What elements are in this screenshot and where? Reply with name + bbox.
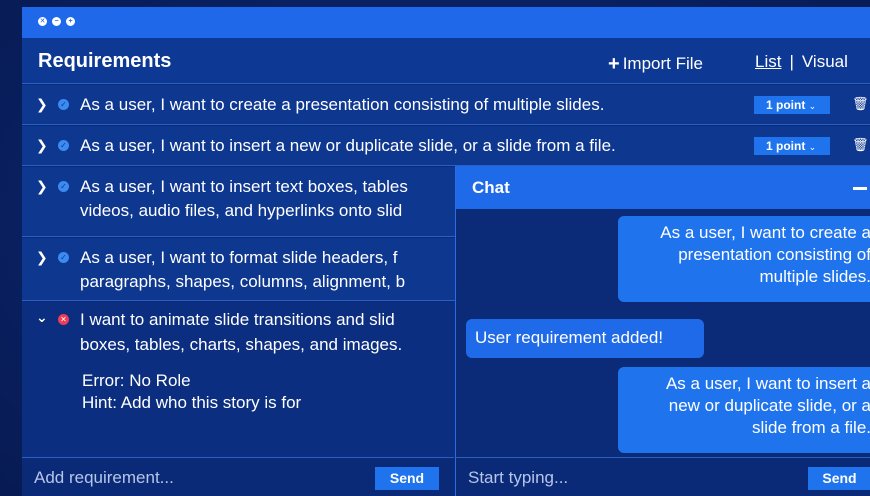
points-dropdown[interactable]: 1 point ⌄ bbox=[754, 96, 830, 114]
error-text: Error: No Role bbox=[82, 371, 191, 390]
add-requirement-input[interactable]: Add requirement... bbox=[34, 468, 174, 488]
chevron-down-icon: ⌄ bbox=[808, 101, 817, 111]
chat-message-user: As a user, I want to insert a new or dup… bbox=[618, 367, 870, 453]
requirement-text-line1: As a user, I want to format slide header… bbox=[80, 248, 398, 267]
requirements-window: ✕ − + Requirements + Import File List | Vis… bbox=[22, 7, 870, 496]
check-circle-icon: ✓ bbox=[58, 99, 69, 110]
chat-panel: Chat As a user, I want to create a prese… bbox=[455, 166, 870, 496]
trash-icon[interactable]: 🗑 bbox=[852, 96, 869, 112]
points-dropdown[interactable]: 1 point ⌄ bbox=[754, 137, 830, 155]
message-line: User requirement added! bbox=[475, 328, 664, 347]
requirement-text-line2: videos, audio files, and hyperlinks onto… bbox=[80, 201, 403, 220]
chevron-down-icon[interactable]: ⌄ bbox=[36, 309, 48, 326]
hint-text: Hint: Add who this story is for bbox=[82, 393, 302, 412]
message-line: multiple slides. bbox=[759, 267, 870, 286]
check-circle-icon: ✓ bbox=[58, 181, 69, 192]
chevron-right-icon[interactable]: ❯ bbox=[36, 137, 48, 154]
minimize-chat-icon[interactable] bbox=[853, 187, 867, 190]
view-separator: | bbox=[789, 52, 794, 71]
message-line: As a user, I want to create a bbox=[660, 223, 870, 242]
chat-header: Chat bbox=[456, 166, 870, 209]
close-window-icon[interactable]: ✕ bbox=[38, 17, 47, 26]
requirement-text-line1: As a user, I want to insert text boxes, … bbox=[80, 177, 408, 196]
check-circle-icon: ✓ bbox=[58, 140, 69, 151]
points-label: 1 point bbox=[766, 98, 806, 112]
chat-input-bar: Start typing... Send bbox=[456, 457, 870, 496]
points-label: 1 point bbox=[766, 139, 806, 153]
requirement-text-line2: paragraphs, shapes, columns, alignment, … bbox=[80, 272, 406, 291]
error-circle-icon: ✕ bbox=[58, 314, 69, 325]
minimize-window-icon[interactable]: − bbox=[52, 17, 61, 26]
import-file-label: Import File bbox=[622, 54, 703, 73]
validation-message: Error: No Role Hint: Add who this story … bbox=[82, 370, 301, 414]
list-view-link[interactable]: List bbox=[755, 52, 781, 71]
message-line: slide from a file. bbox=[751, 418, 870, 437]
send-chat-button[interactable]: Send bbox=[808, 467, 870, 490]
import-file-button[interactable]: + Import File bbox=[608, 52, 703, 75]
chat-message-user: As a user, I want to create a presentati… bbox=[618, 216, 870, 302]
chat-input[interactable]: Start typing... bbox=[468, 468, 568, 488]
requirements-header: Requirements + Import File List | Visual bbox=[22, 38, 870, 84]
requirement-text-line1: I want to animate slide transitions and … bbox=[80, 310, 395, 329]
requirement-row[interactable]: ❯ ✓ As a user, I want to insert a new or… bbox=[22, 126, 870, 166]
message-line: presentation consisting of bbox=[678, 245, 870, 264]
visual-view-link[interactable]: Visual bbox=[802, 52, 848, 71]
chat-title: Chat bbox=[472, 178, 510, 197]
chevron-right-icon[interactable]: ❯ bbox=[36, 249, 48, 266]
requirement-text: As a user, I want to insert a new or dup… bbox=[80, 136, 616, 155]
message-line: As a user, I want to insert a bbox=[665, 374, 870, 393]
maximize-window-icon[interactable]: + bbox=[66, 17, 75, 26]
chevron-right-icon[interactable]: ❯ bbox=[36, 96, 48, 113]
add-requirement-bar: Add requirement... Send bbox=[22, 457, 454, 496]
page-title: Requirements bbox=[38, 50, 172, 72]
chevron-right-icon[interactable]: ❯ bbox=[36, 178, 48, 195]
message-line: new or duplicate slide, or a bbox=[668, 396, 870, 415]
plus-icon: + bbox=[608, 53, 620, 75]
requirement-text: As a user, I want to create a presentati… bbox=[80, 95, 605, 114]
chevron-down-icon: ⌄ bbox=[808, 142, 817, 152]
send-requirement-button[interactable]: Send bbox=[375, 467, 439, 490]
window-titlebar: ✕ − + bbox=[22, 7, 870, 38]
requirement-text-line2: boxes, tables, charts, shapes, and image… bbox=[80, 335, 403, 354]
requirement-row[interactable]: ❯ ✓ As a user, I want to create a presen… bbox=[22, 85, 870, 125]
view-toggle: List | Visual bbox=[755, 52, 848, 72]
chat-message-bot: User requirement added! bbox=[466, 319, 704, 358]
trash-icon[interactable]: 🗑 bbox=[852, 137, 869, 153]
check-circle-icon: ✓ bbox=[58, 252, 69, 263]
